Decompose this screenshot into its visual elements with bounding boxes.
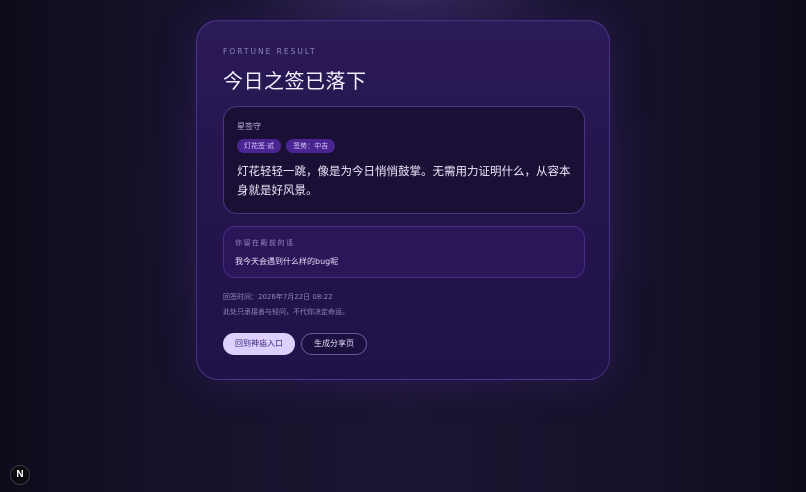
fortune-text: 灯花轻轻一跳，像是为今日悄悄鼓掌。无需用力证明什么，从容本身就是好风景。 bbox=[237, 164, 571, 197]
disclaimer-note: 此处只承接善与轻问，不代你决定命运。 bbox=[223, 308, 349, 316]
back-to-temple-button[interactable]: 回到神庙入口 bbox=[223, 333, 295, 355]
page-title: 今日之签已落下 bbox=[223, 69, 367, 93]
question-text: 我今天会遇到什么样的bug呢 bbox=[235, 257, 339, 266]
fortune-panel: 星签守 灯花签·贰 签势：中吉 灯花轻轻一跳，像是为今日悄悄鼓掌。无需用力证明什… bbox=[223, 106, 585, 214]
tag-lot-name: 灯花签·贰 bbox=[237, 139, 282, 153]
result-timestamp: 回签时间：2026年7月22日 08:22 bbox=[223, 293, 333, 301]
question-panel: 你留在殿前的话 我今天会遇到什么样的bug呢 bbox=[223, 226, 585, 278]
eyebrow-label: FORTUNE RESULT bbox=[223, 47, 317, 56]
question-label: 你留在殿前的话 bbox=[235, 239, 295, 247]
nextjs-logo-icon[interactable]: N bbox=[10, 465, 30, 485]
fortune-result-card: FORTUNE RESULT 今日之签已落下 星签守 灯花签·贰 签势：中吉 灯… bbox=[196, 20, 610, 380]
tag-lot-fortune: 签势：中吉 bbox=[286, 139, 336, 153]
fortune-tags: 灯花签·贰 签势：中吉 bbox=[237, 139, 336, 153]
guardian-name: 星签守 bbox=[237, 122, 261, 131]
generate-share-page-button[interactable]: 生成分享页 bbox=[301, 333, 367, 355]
